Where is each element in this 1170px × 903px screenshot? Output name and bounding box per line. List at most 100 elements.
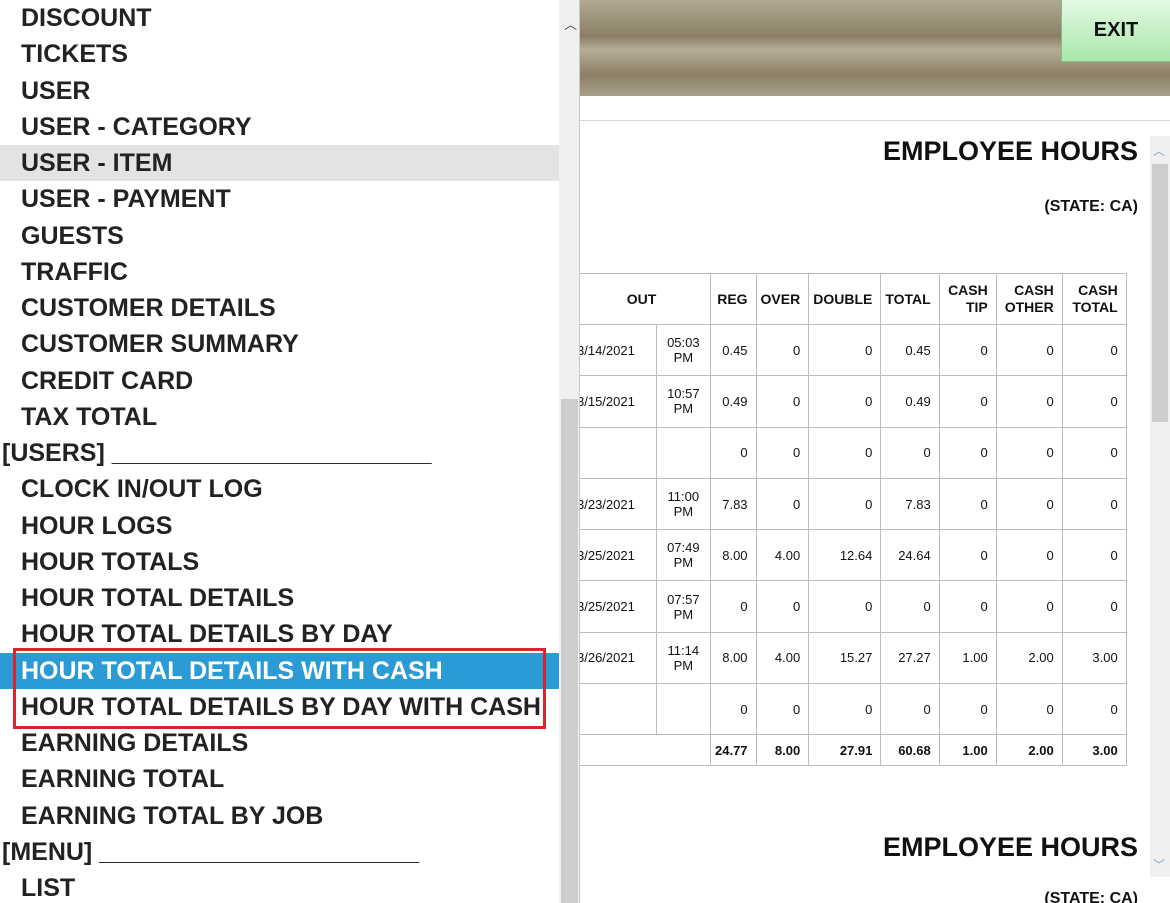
cell-over: 0 (755, 683, 810, 736)
menu-item-earning-total[interactable]: EARNING TOTAL (0, 761, 559, 797)
menu-item-user-payment[interactable]: USER - PAYMENT (0, 181, 559, 217)
cell-out-time-clock: 11:14 (667, 642, 700, 658)
cell-double: 0 (808, 375, 882, 428)
report-state-2: (STATE: CA) (1044, 890, 1138, 903)
menu-item-list[interactable]: LIST (0, 870, 559, 903)
cell-cash-other: 0 (995, 375, 1063, 428)
cell-cash-other: 0 (995, 477, 1063, 531)
cell-reg: 0 (710, 580, 757, 633)
menu-item-customer-details[interactable]: CUSTOMER DETAILS (0, 290, 559, 326)
menu-item-guests[interactable]: GUESTS (0, 218, 559, 254)
chevron-down-icon[interactable]: ﹀ (1153, 856, 1165, 873)
cell-cash-tip: 1.00 (938, 631, 997, 685)
chevron-up-icon[interactable]: ︿ (1153, 142, 1165, 159)
menu-item-customer-summary[interactable]: CUSTOMER SUMMARY (0, 326, 559, 362)
cell-total: 27.27 (880, 631, 940, 685)
report-title: EMPLOYEE HOURS (882, 136, 1138, 166)
cell-out-time-ampm: PM (673, 606, 694, 622)
menu-item-earning-total-by-job[interactable]: EARNING TOTAL BY JOB (0, 798, 559, 834)
menu-item-hour-totals[interactable]: HOUR TOTALS (0, 544, 559, 580)
report-state: (STATE: CA) (1044, 198, 1138, 215)
cell-total: 24.64 (880, 529, 940, 582)
cell-double: 12.64 (808, 529, 882, 582)
menu-item-earning-details[interactable]: EARNING DETAILS (0, 725, 559, 761)
menu-item-user-item[interactable]: USER - ITEM (0, 145, 559, 182)
cell-out-time: 11:14 PM (655, 631, 712, 685)
menu-item-clock-in-out-log[interactable]: CLOCK IN/OUT LOG (0, 471, 559, 507)
exit-button[interactable]: EXIT (1061, 0, 1170, 62)
menu-item-tax-total[interactable]: TAX TOTAL (0, 399, 559, 435)
menu-item-traffic[interactable]: TRAFFIC (0, 254, 559, 290)
report-scrollbar[interactable]: ︿ ﹀ (1150, 136, 1170, 877)
table-row: 3/23/2021 11:00 PM 7.83 0 0 7.83 0 0 0 (580, 477, 1127, 531)
cell-cash-total: 0 (1061, 323, 1127, 377)
col-header-cash-tip: CASH TIP (938, 273, 997, 325)
cell-out-date: 3/15/2021 (580, 375, 657, 428)
total-cash-tip: 1.00 (938, 734, 997, 767)
report-title-2: EMPLOYEE HOURS (882, 832, 1138, 862)
menu-item-hour-total-details-by-day-with-cash[interactable]: HOUR TOTAL DETAILS BY DAY WITH CASH (0, 689, 559, 725)
top-toolbar: EXIT (580, 0, 1170, 96)
report-scrollbar-thumb[interactable] (1152, 164, 1168, 422)
cell-total: 0 (880, 426, 940, 479)
col-header-cash-tip-line2: TIP (965, 299, 988, 315)
menu-item-user-category[interactable]: USER - CATEGORY (0, 109, 559, 145)
total-cash-other: 2.00 (995, 734, 1063, 767)
menu-item-hour-total-details-by-day[interactable]: HOUR TOTAL DETAILS BY DAY (0, 616, 559, 652)
cell-cash-total: 3.00 (1061, 631, 1127, 685)
cell-total: 0 (880, 580, 940, 633)
col-header-reg: REG (710, 273, 757, 325)
cell-out-time-ampm: PM (673, 657, 694, 673)
col-header-cash-total-line2: TOTAL (1072, 299, 1118, 315)
cell-out-time-ampm: PM (673, 555, 694, 571)
col-header-cash-other-line2: OTHER (1004, 299, 1054, 315)
cell-total: 7.83 (880, 477, 940, 531)
cell-double: 0 (808, 580, 882, 633)
cell-reg: 0.49 (710, 375, 757, 428)
total-over: 8.00 (755, 734, 810, 767)
cell-out-time (655, 426, 712, 479)
table-row: 0000000 (580, 426, 1127, 479)
cell-cash-total: 0 (1061, 683, 1127, 736)
menu-scrollbar-thumb[interactable] (561, 399, 578, 903)
total-reg: 24.77 (710, 734, 757, 767)
cell-cash-other: 0 (995, 529, 1063, 582)
cell-reg: 7.83 (710, 477, 757, 531)
cell-cash-tip: 0 (938, 529, 997, 582)
menu-item-user[interactable]: USER (0, 73, 559, 109)
col-header-cash-other: CASH OTHER (995, 273, 1063, 325)
report-view: EMPLOYEE HOURS (STATE: CA) OUT REG OVER … (580, 96, 1170, 903)
cell-over: 0 (755, 375, 810, 428)
menu-item-discount[interactable]: DISCOUNT (0, 0, 559, 36)
col-header-out: OUT (580, 273, 711, 325)
table-row: 0000000 (580, 683, 1127, 736)
cell-cash-tip: 0 (938, 426, 997, 479)
report-menu-panel: DISCOUNT TICKETS USER USER - CATEGORY USER -… (0, 0, 580, 903)
cell-cash-tip: 0 (938, 375, 997, 428)
table-row: 3/14/2021 05:03 PM 0.45 0 0 0.45 0 0 0 (580, 323, 1127, 377)
cell-out-time: 05:03 PM (655, 323, 712, 377)
menu-item-credit-card[interactable]: CREDIT CARD (0, 363, 559, 399)
cell-cash-tip: 0 (938, 683, 997, 736)
cell-over: 4.00 (755, 529, 810, 582)
cell-reg: 0.45 (710, 323, 757, 377)
menu-item-hour-logs[interactable]: HOUR LOGS (0, 508, 559, 544)
col-header-cash-other-line1: CASH (1014, 282, 1054, 298)
table-row: 3/25/2021 07:49 PM 8.00 4.00 12.64 24.64 0 0 0 (580, 529, 1127, 582)
cell-double: 0 (808, 683, 882, 736)
cell-out-date (580, 426, 657, 479)
menu-item-hour-total-details-with-cash[interactable]: HOUR TOTAL DETAILS WITH CASH (0, 652, 559, 689)
cell-over: 0 (755, 323, 810, 377)
totals-label-cell (580, 734, 711, 767)
cell-out-date: 3/25/2021 (580, 580, 657, 633)
cell-cash-other: 0 (995, 580, 1063, 633)
table-row: 3/25/2021 07:57 PM 0 0 0 0 0 0 0 (580, 580, 1127, 633)
cell-out-date: 3/26/2021 (580, 631, 657, 685)
menu-item-tickets[interactable]: TICKETS (0, 36, 559, 72)
menu-scrollbar[interactable]: ︿ (559, 0, 579, 903)
cell-double: 15.27 (808, 631, 882, 685)
cell-out-time (655, 683, 712, 736)
cell-out-date (580, 683, 657, 736)
chevron-up-icon[interactable]: ︿ (564, 14, 577, 33)
menu-item-hour-total-details[interactable]: HOUR TOTAL DETAILS (0, 580, 559, 616)
